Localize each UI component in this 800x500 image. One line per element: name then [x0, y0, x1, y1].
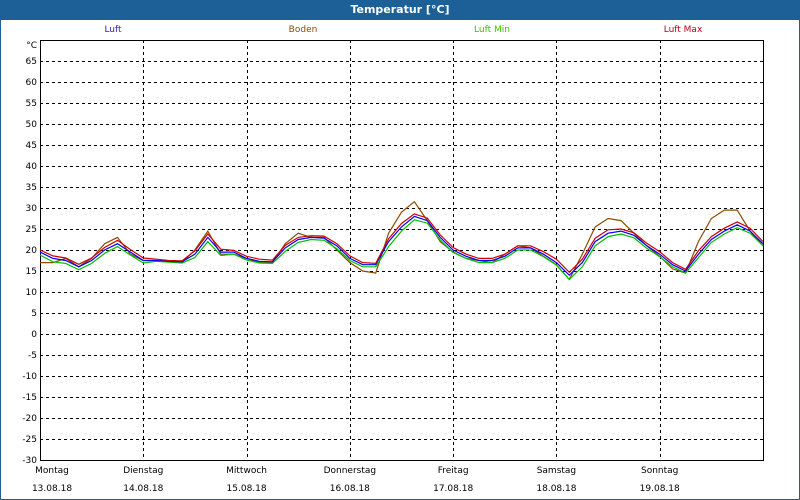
x-label-date: 18.08.18 [536, 484, 577, 494]
y-tick-label: 30 [26, 204, 38, 214]
y-tick-label: 45 [26, 141, 37, 151]
series-line-luft [39, 215, 764, 277]
x-label-day: Freitag [437, 466, 469, 476]
x-label-date: 16.08.18 [329, 484, 370, 494]
y-tick-label: -30 [22, 456, 37, 466]
y-tick-label: 20 [26, 246, 38, 256]
y-tick-label: 50 [26, 120, 38, 130]
y-tick-label: 25 [26, 225, 37, 235]
x-label-day: Dienstag [123, 466, 164, 476]
y-tick-label: 40 [26, 162, 38, 172]
y-tick-label: 0 [31, 330, 37, 340]
y-tick-label: 5 [31, 309, 37, 319]
x-label-date: 13.08.18 [31, 484, 73, 494]
series-line-boden [40, 200, 764, 281]
y-tick-label: -20 [22, 414, 37, 424]
x-label-day: Sonntag [641, 466, 679, 476]
y-tick-label: 35 [26, 183, 37, 193]
y-tick-label: -10 [22, 372, 37, 382]
y-tick-label: -15 [22, 393, 37, 403]
series-line-luft-min [39, 219, 764, 281]
series-line-luft-max [39, 213, 764, 274]
y-tick-label: 60 [26, 78, 38, 88]
y-tick-label: 10 [26, 288, 38, 298]
x-label-date: 14.08.18 [123, 484, 164, 494]
y-tick-label: 55 [26, 99, 37, 109]
y-tick-label: 65 [26, 57, 37, 67]
x-label-day: Montag [35, 466, 69, 476]
x-label-day: Samstag [536, 466, 577, 476]
x-label-day: Donnerstag [323, 466, 377, 476]
x-label-date: 17.08.18 [433, 484, 474, 494]
x-label-date: 19.08.18 [639, 484, 680, 494]
temperature-chart: 65605550454035302520151050-5-10-15-20-25… [22, 40, 764, 466]
y-tick-label: 15 [26, 267, 37, 277]
y-axis-unit: °C [26, 41, 37, 51]
y-tick-label: -25 [22, 435, 37, 445]
x-label-date: 15.08.18 [226, 484, 267, 494]
y-tick-label: -5 [28, 351, 37, 361]
x-label-day: Mittwoch [226, 466, 267, 476]
